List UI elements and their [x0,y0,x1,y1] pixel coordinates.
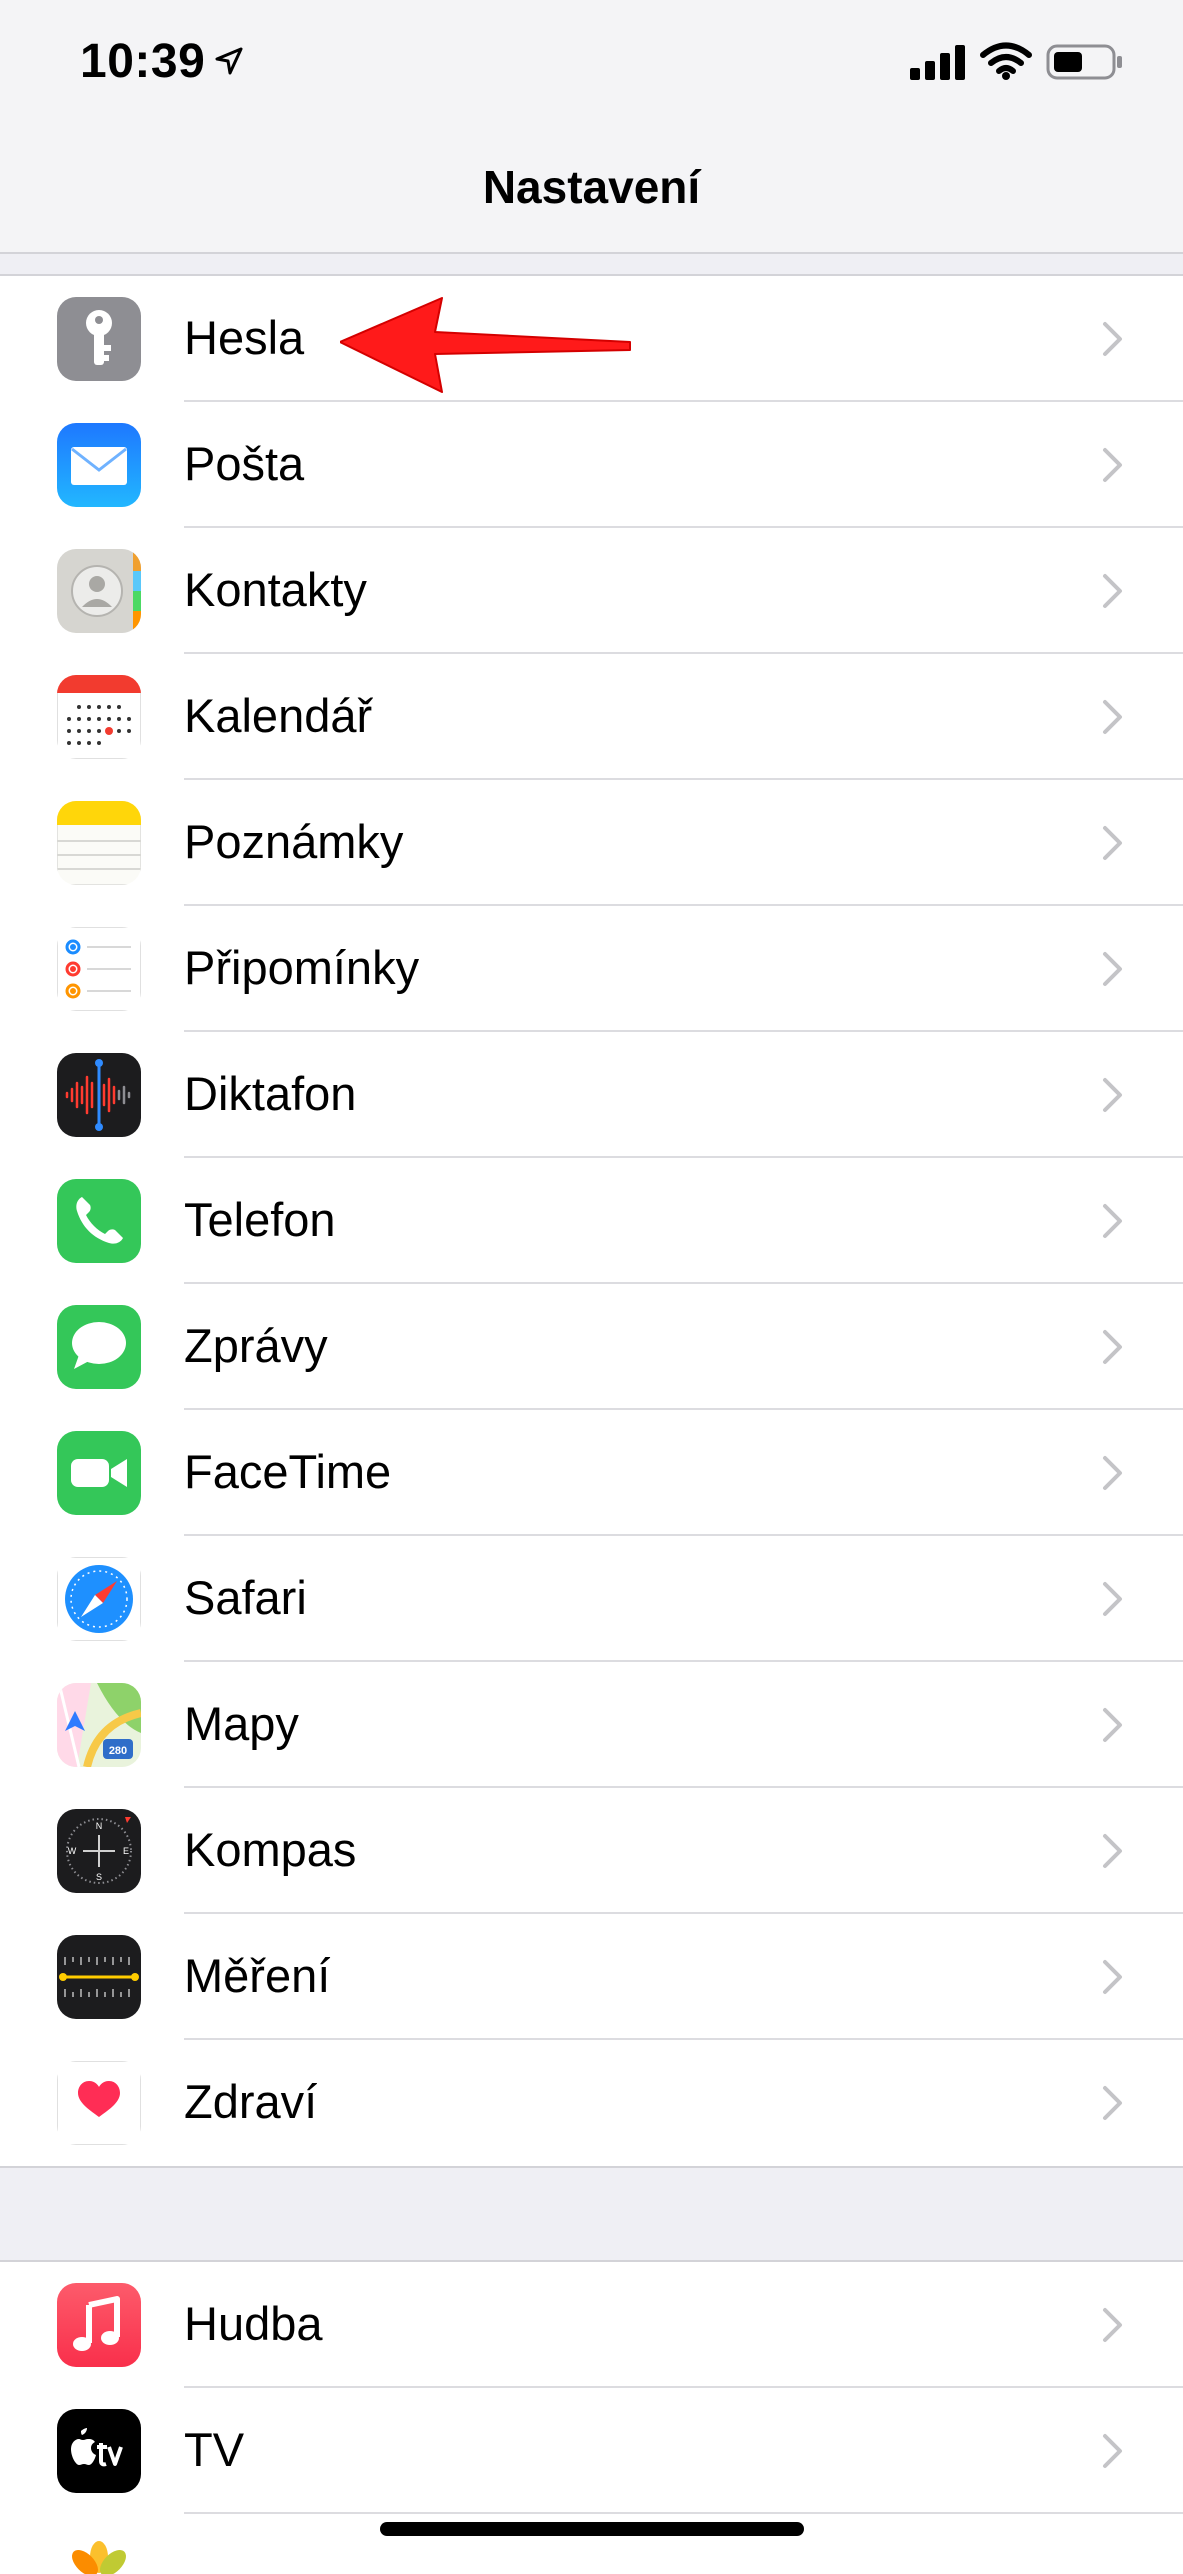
settings-row-label: Mapy [184,1697,299,1750]
page-title: Nastavení [482,161,701,213]
chevron-right-icon [1103,1960,1122,1994]
calendar-icon [57,675,141,759]
settings-row-label: Kompas [184,1823,357,1876]
svg-text:N: N [96,1821,103,1831]
annotation-arrow-icon [340,297,631,393]
chevron-right-icon [1103,1204,1122,1238]
location-arrow-icon [215,47,243,75]
settings-row-hudba[interactable]: Hudba [0,2262,1183,2388]
chevron-right-icon [1103,952,1122,986]
chevron-right-icon [1103,1582,1122,1616]
home-indicator[interactable] [380,2522,804,2536]
facetime-icon [57,1431,141,1515]
status-time: 10:39 [80,35,206,88]
settings-row-tv[interactable]: TV [0,2388,1183,2514]
settings-row-kompas[interactable]: N S W E Kompas [0,1788,1183,1914]
safari-icon [57,1557,141,1641]
chevron-right-icon [1103,448,1122,482]
apple-tv-icon [57,2409,141,2493]
messages-icon [57,1305,141,1389]
settings-row-kalendar[interactable]: Kalendář [0,654,1183,780]
wifi-icon [980,42,1032,80]
settings-row-label: Kontakty [184,563,367,616]
maps-icon: 280 [57,1683,141,1767]
settings-row-label: Pošta [184,437,305,490]
settings-row-label: Telefon [184,1193,336,1246]
mail-icon [57,423,141,507]
settings-row-telefon[interactable]: Telefon [0,1158,1183,1284]
settings-row-label: TV [184,2423,245,2476]
settings-row-label: Hudba [184,2297,323,2350]
chevron-right-icon [1103,574,1122,608]
settings-row-label: Diktafon [184,1067,357,1120]
settings-row-label: Kalendář [184,689,373,742]
phone-icon [57,1179,141,1263]
settings-row-label: Zdraví [184,2075,318,2128]
chevron-right-icon [1103,2434,1122,2468]
chevron-right-icon [1103,1330,1122,1364]
chevron-right-icon [1103,322,1122,356]
photos-icon [57,2535,141,2574]
settings-row-zdravi[interactable]: Zdraví [0,2040,1183,2166]
settings-row-label: Připomínky [184,941,420,994]
compass-icon: N S W E [57,1809,141,1893]
settings-row-label: FaceTime [184,1445,392,1498]
reminders-icon [57,927,141,1011]
cellular-signal-icon [910,45,965,80]
music-icon [57,2283,141,2367]
chevron-right-icon [1103,1708,1122,1742]
notes-icon [57,801,141,885]
chevron-right-icon [1103,2086,1122,2120]
settings-row-diktafon[interactable]: Diktafon [0,1032,1183,1158]
settings-row-zpravy[interactable]: Zprávy [0,1284,1183,1410]
battery-icon [1046,44,1122,80]
svg-text:E: E [123,1846,129,1856]
settings-row-mapy[interactable]: 280 Mapy [0,1662,1183,1788]
settings-row-kontakty[interactable]: Kontakty [0,528,1183,654]
chevron-right-icon [1103,2308,1122,2342]
svg-text:280: 280 [109,1745,127,1757]
health-icon [57,2061,141,2145]
settings-row-label: Poznámky [184,815,404,868]
settings-row-facetime[interactable]: FaceTime [0,1410,1183,1536]
settings-row-posta[interactable]: Pošta [0,402,1183,528]
chevron-right-icon [1103,1456,1122,1490]
contacts-icon [57,549,141,633]
chevron-right-icon [1103,700,1122,734]
svg-text:W: W [68,1846,77,1856]
settings-group-apps: Hesla Pošta Kontakty Kalendář Poznámky P… [0,274,1183,2168]
key-icon [57,297,141,381]
svg-text:S: S [96,1872,102,1882]
chevron-right-icon [1103,826,1122,860]
chevron-right-icon [1103,1834,1122,1868]
settings-row-mereni[interactable]: Měření [0,1914,1183,2040]
chevron-right-icon [1103,1078,1122,1112]
top-bar: 10:39 Nastavení [0,0,1183,254]
settings-row-poznamky[interactable]: Poznámky [0,780,1183,906]
settings-row-pripominky[interactable]: Připomínky [0,906,1183,1032]
measure-icon [57,1935,141,2019]
settings-row-label: Měření [184,1949,331,2002]
voice-memos-icon [57,1053,141,1137]
settings-row-safari[interactable]: Safari [0,1536,1183,1662]
settings-row-label: Hesla [184,311,305,364]
settings-row-label: Zprávy [184,1319,328,1372]
settings-row-label: Safari [184,1571,307,1624]
